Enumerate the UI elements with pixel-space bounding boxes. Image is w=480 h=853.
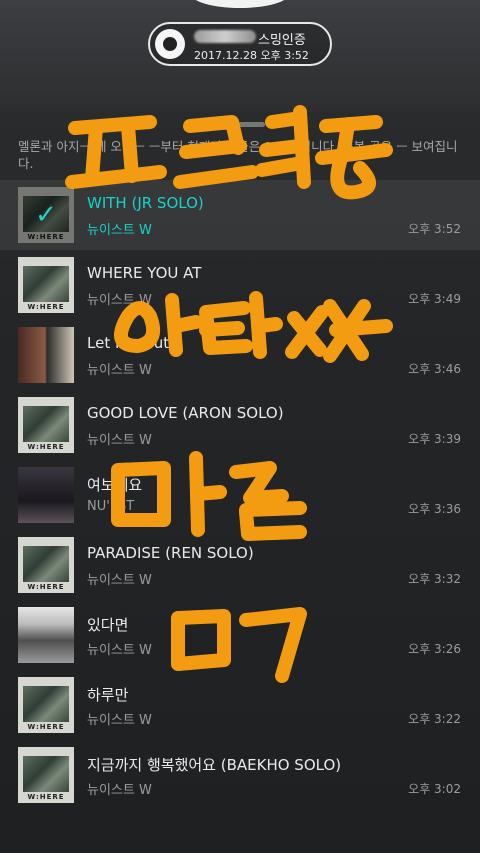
- album-art: [18, 607, 74, 663]
- badge-title: 스밍인증: [258, 33, 306, 48]
- album-art: W:HERE: [18, 257, 74, 313]
- song-title: Let Me Out: [87, 334, 170, 352]
- artist-name: 뉴이스트 W: [87, 433, 152, 448]
- track-row[interactable]: 있다면뉴이스트 W 오후 3:26: [0, 600, 480, 670]
- play-time: 오후 3:39: [408, 432, 461, 446]
- album-logo: W:HERE: [27, 723, 65, 731]
- track-row[interactable]: W:HERE 지금까지 행복했어요 (BAEKHO SOLO) 뉴이스트 W 오후 3…: [0, 740, 480, 810]
- album-art: [18, 327, 74, 383]
- play-time: 오후 3:02: [408, 782, 461, 796]
- check-icon: ✓: [18, 187, 74, 243]
- artist-name: 뉴이스트 W: [87, 363, 152, 378]
- track-row[interactable]: W:HERE ✓ WITH (JR SOLO) 뉴이스트 W 오후 3:52: [0, 180, 480, 250]
- song-title: PARADISE (REN SOLO): [87, 544, 254, 562]
- play-time: 오후 3:49: [408, 292, 461, 306]
- track-row[interactable]: Let Me Out 뉴이스트 W 오후 3:46: [0, 320, 480, 390]
- song-title: 지금까지 행복했어요 (BAEKHO SOLO): [87, 756, 342, 774]
- album-logo: W:HERE: [27, 443, 65, 451]
- song-title: GOOD LOVE (ARON SOLO): [87, 404, 284, 422]
- track-row[interactable]: 여보세요 NU'EST 오후 3:36: [0, 460, 480, 530]
- sheet-handle[interactable]: [215, 122, 265, 127]
- album-art: W:HERE: [18, 537, 74, 593]
- song-title: 여보세요: [87, 476, 143, 494]
- album-art: W:HERE ✓: [18, 187, 74, 243]
- artist-name: 뉴이스트 W: [87, 643, 152, 658]
- streaming-badge: 스밍인증 2017.12.28 오후 3:52: [148, 22, 332, 66]
- track-row[interactable]: W:HERE GOOD LOVE (ARON SOLO) 뉴이스트 W 오후 3:39: [0, 390, 480, 460]
- play-time: 오후 3:32: [408, 572, 461, 586]
- album-art: W:HERE: [18, 397, 74, 453]
- artist-name: 뉴이스트 W: [87, 783, 152, 798]
- album-art: W:HERE: [18, 677, 74, 733]
- play-time: 오후 3:26: [408, 642, 461, 656]
- album-art: W:HERE: [18, 747, 74, 803]
- track-row[interactable]: W:HERE PARADISE (REN SOLO) 뉴이스트 W 오후 3:32: [0, 530, 480, 600]
- track-list: W:HERE ✓ WITH (JR SOLO) 뉴이스트 W 오후 3:52 W:HERE…: [0, 180, 480, 810]
- song-title: 하루만: [87, 686, 129, 704]
- play-time: 오후 3:22: [408, 712, 461, 726]
- song-title: WITH (JR SOLO): [87, 194, 204, 212]
- song-title: 있다면: [87, 616, 129, 634]
- track-row[interactable]: W:HERE WHERE YOU AT 뉴이스트 W 오후 3:49: [0, 250, 480, 320]
- disc-icon: [155, 29, 185, 59]
- artist-name: 뉴이스트 W: [87, 713, 152, 728]
- track-row[interactable]: W:HERE 하루만뉴이스트 W 오후 3:22: [0, 670, 480, 740]
- play-time: 오후 3:36: [408, 502, 461, 516]
- artist-name: 뉴이스트 W: [87, 573, 152, 588]
- artist-name: 뉴이스트 W: [87, 293, 152, 308]
- play-time: 오후 3:52: [408, 222, 461, 236]
- album-art: [18, 467, 74, 523]
- play-time: 오후 3:46: [408, 362, 461, 376]
- album-logo: W:HERE: [27, 303, 65, 311]
- history-notice: 멜론과 아지ㅡ 세 오늘ㅡ ㅡ부터 현재까지 들은 100곡입니다. 중복 곡은…: [18, 139, 458, 171]
- top-bubble: [190, 0, 290, 8]
- album-logo: W:HERE: [27, 793, 65, 801]
- song-title: WHERE YOU AT: [87, 264, 202, 282]
- album-logo: W:HERE: [27, 583, 65, 591]
- blurred-username: [194, 30, 256, 43]
- artist-name: 뉴이스트 W: [87, 223, 152, 238]
- badge-date: 2017.12.28 오후 3:52: [194, 49, 309, 62]
- artist-name: NU'EST: [87, 499, 135, 514]
